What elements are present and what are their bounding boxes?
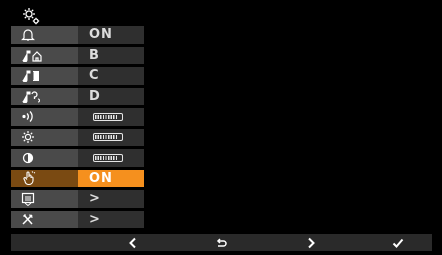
volume-icon: [22, 111, 33, 123]
settings-menu: ON B C D ON > >: [11, 26, 144, 231]
menu-row-volume[interactable]: [11, 108, 144, 126]
melody-door-icon: [22, 50, 42, 62]
chevron-left-icon: [129, 237, 136, 248]
tools-icon: [22, 214, 33, 225]
menu-row-melody-floor[interactable]: C: [11, 67, 144, 85]
return-arrow-icon: [216, 237, 227, 247]
chevron-right-icon: [308, 237, 315, 248]
menu-row-tools[interactable]: >: [11, 210, 144, 228]
forward-button[interactable]: [291, 234, 331, 251]
contrast-icon: [22, 152, 34, 163]
melody-door-value: B: [89, 47, 100, 63]
screen-clean-icon: [21, 192, 35, 206]
menu-row-touch[interactable]: ON: [11, 169, 144, 187]
melody-intercom-value: D: [89, 88, 101, 104]
checkmark-icon: [392, 238, 404, 248]
settings-screen: ON B C D ON > >: [0, 0, 442, 255]
volume-level-bar[interactable]: [93, 112, 123, 121]
back-button[interactable]: [113, 234, 153, 251]
brightness-level-bar[interactable]: [93, 133, 123, 142]
menu-row-brightness[interactable]: [11, 128, 144, 146]
menu-row-melody-intercom[interactable]: D: [11, 87, 144, 105]
melody-floor-value: C: [89, 68, 100, 84]
confirm-button[interactable]: [378, 234, 418, 251]
menu-row-contrast[interactable]: [11, 149, 144, 167]
tools-value: >: [89, 211, 101, 227]
screen-clean-value: >: [89, 191, 101, 207]
settings-gear-icon: [23, 8, 40, 25]
bell-icon: [21, 29, 35, 41]
touch-hand-icon: [23, 171, 36, 186]
menu-row-screen-clean[interactable]: >: [11, 190, 144, 208]
contrast-level-bar[interactable]: [93, 153, 123, 162]
bottom-nav-bar: [11, 234, 432, 251]
touch-value: ON: [89, 170, 113, 186]
melody-floor-icon: [22, 70, 39, 83]
brightness-icon: [22, 131, 34, 144]
melody-intercom-icon: [22, 91, 40, 103]
bell-value: ON: [89, 27, 113, 43]
return-button[interactable]: [201, 234, 241, 251]
menu-row-melody-door[interactable]: B: [11, 46, 144, 64]
menu-row-bell[interactable]: ON: [11, 26, 144, 44]
